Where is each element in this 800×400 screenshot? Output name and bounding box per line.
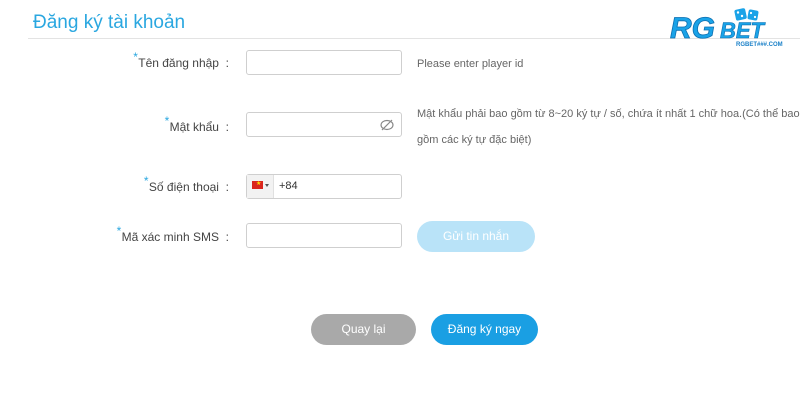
username-input[interactable] (246, 50, 402, 75)
phone-input[interactable]: ★ +84 (246, 174, 402, 199)
required-mark: * (133, 50, 138, 64)
vietnam-flag-icon: ★ (252, 181, 263, 189)
chevron-down-icon (265, 184, 269, 187)
register-button[interactable]: Đăng ký ngay (431, 314, 538, 345)
sms-label: * Mã xác minh SMS : (116, 224, 229, 244)
phone-label: * Số điện thoại : (143, 174, 229, 194)
dial-code: +84 (279, 180, 298, 192)
rgbet-logo: RG BET RGBET###.COM (670, 8, 783, 48)
back-button[interactable]: Quay lại (311, 314, 416, 345)
username-hint: Please enter player id (417, 58, 524, 70)
page-title: Đăng ký tài khoản (33, 12, 186, 33)
required-mark: * (143, 174, 149, 188)
eye-slash-icon[interactable] (379, 117, 395, 133)
country-selector[interactable]: ★ (247, 175, 274, 198)
username-label: * Tên đăng nhập : (133, 50, 229, 70)
logo-subtext: RGBET###.COM (736, 42, 783, 48)
send-sms-button[interactable]: Gửi tin nhắn (417, 221, 535, 252)
required-mark: * (164, 114, 170, 128)
required-mark: * (116, 224, 122, 238)
svg-text:BET: BET (720, 18, 766, 43)
password-hint-line2: gồm các ký tự đặc biệt) (417, 134, 532, 146)
password-label: * Mật khẩu : (164, 114, 229, 134)
password-hint-line1: Mật khẩu phải bao gồm từ 8~20 ký tự / số… (417, 108, 800, 120)
sms-code-input[interactable] (246, 223, 402, 248)
svg-text:RG: RG (670, 12, 715, 45)
